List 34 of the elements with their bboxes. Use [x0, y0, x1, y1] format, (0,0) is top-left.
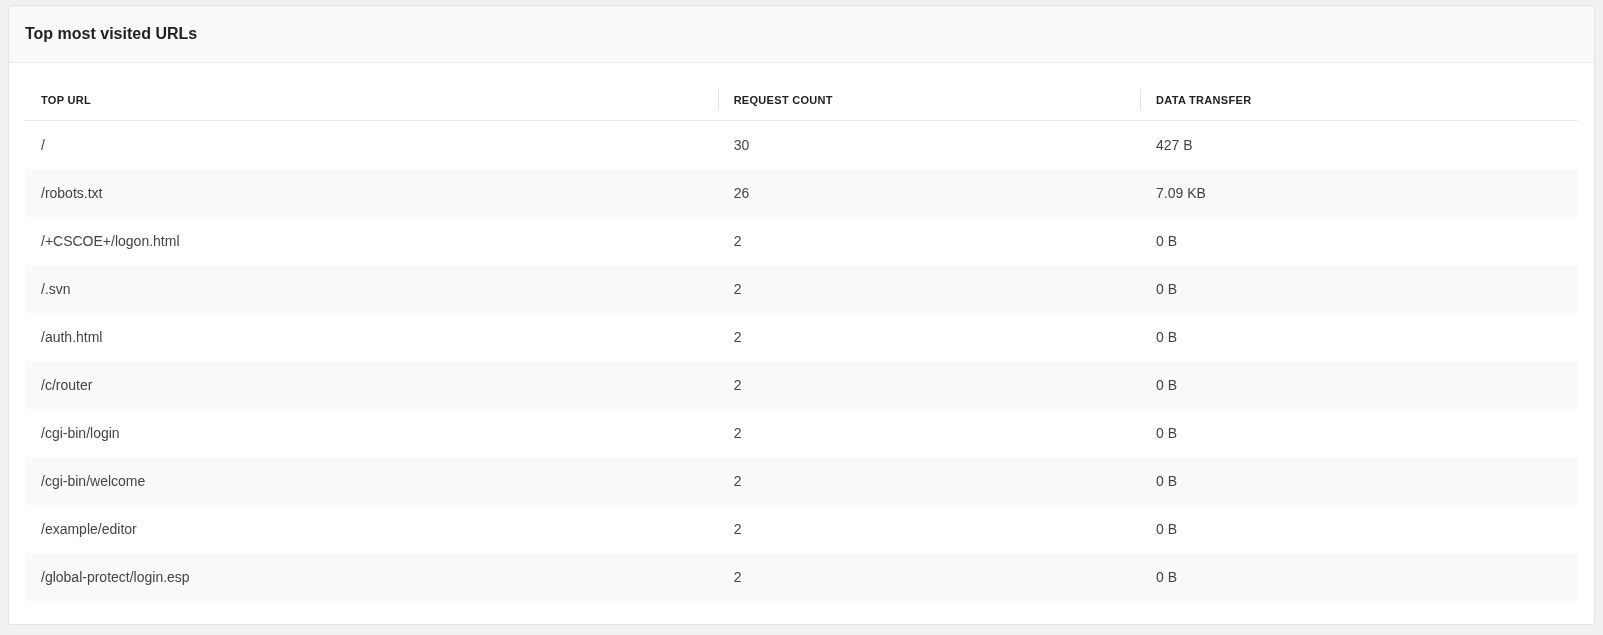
table-cell: /robots.txt	[25, 169, 718, 217]
table-cell: 0 B	[1140, 409, 1578, 457]
table-cell: 2	[717, 265, 1141, 313]
column-header[interactable]: DATA TRANSFER	[1140, 79, 1578, 121]
table-cell: 2	[717, 505, 1141, 553]
table-cell: 427 B	[1140, 120, 1578, 169]
table-cell: 2	[717, 409, 1141, 457]
table-cell: 2	[717, 457, 1141, 505]
table-cell: 2	[717, 313, 1141, 361]
card-title: Top most visited URLs	[25, 25, 198, 43]
table-cell: 0 B	[1140, 217, 1578, 265]
table-cell: 0 B	[1140, 505, 1578, 553]
table-cell: /auth.html	[25, 313, 718, 361]
table-cell: /+CSCOE+/logon.html	[25, 217, 718, 265]
table-cell: 2	[717, 361, 1141, 409]
column-header[interactable]: TOP URL	[25, 79, 718, 121]
table-cell: 2	[717, 553, 1141, 601]
table-cell: 0 B	[1140, 553, 1578, 601]
table-cell: 0 B	[1140, 265, 1578, 313]
column-header[interactable]: REQUEST COUNT	[717, 79, 1141, 121]
table-cell: 30	[717, 120, 1141, 169]
table-cell: /cgi-bin/login	[25, 409, 718, 457]
table-cell: /.svn	[25, 265, 718, 313]
table-cell: /cgi-bin/welcome	[25, 457, 718, 505]
table-cell: 2	[717, 217, 1141, 265]
table-cell: 0 B	[1140, 457, 1578, 505]
table-cell: /global-protect/login.esp	[25, 553, 718, 601]
table-cell: /	[25, 120, 718, 169]
table-cell: 26	[717, 169, 1141, 217]
table-cell: /c/router	[25, 361, 718, 409]
table-cell: 0 B	[1140, 313, 1578, 361]
table-cell: 0 B	[1140, 361, 1578, 409]
table-cell: 7.09 KB	[1140, 169, 1578, 217]
table-cell: /example/editor	[25, 505, 718, 553]
